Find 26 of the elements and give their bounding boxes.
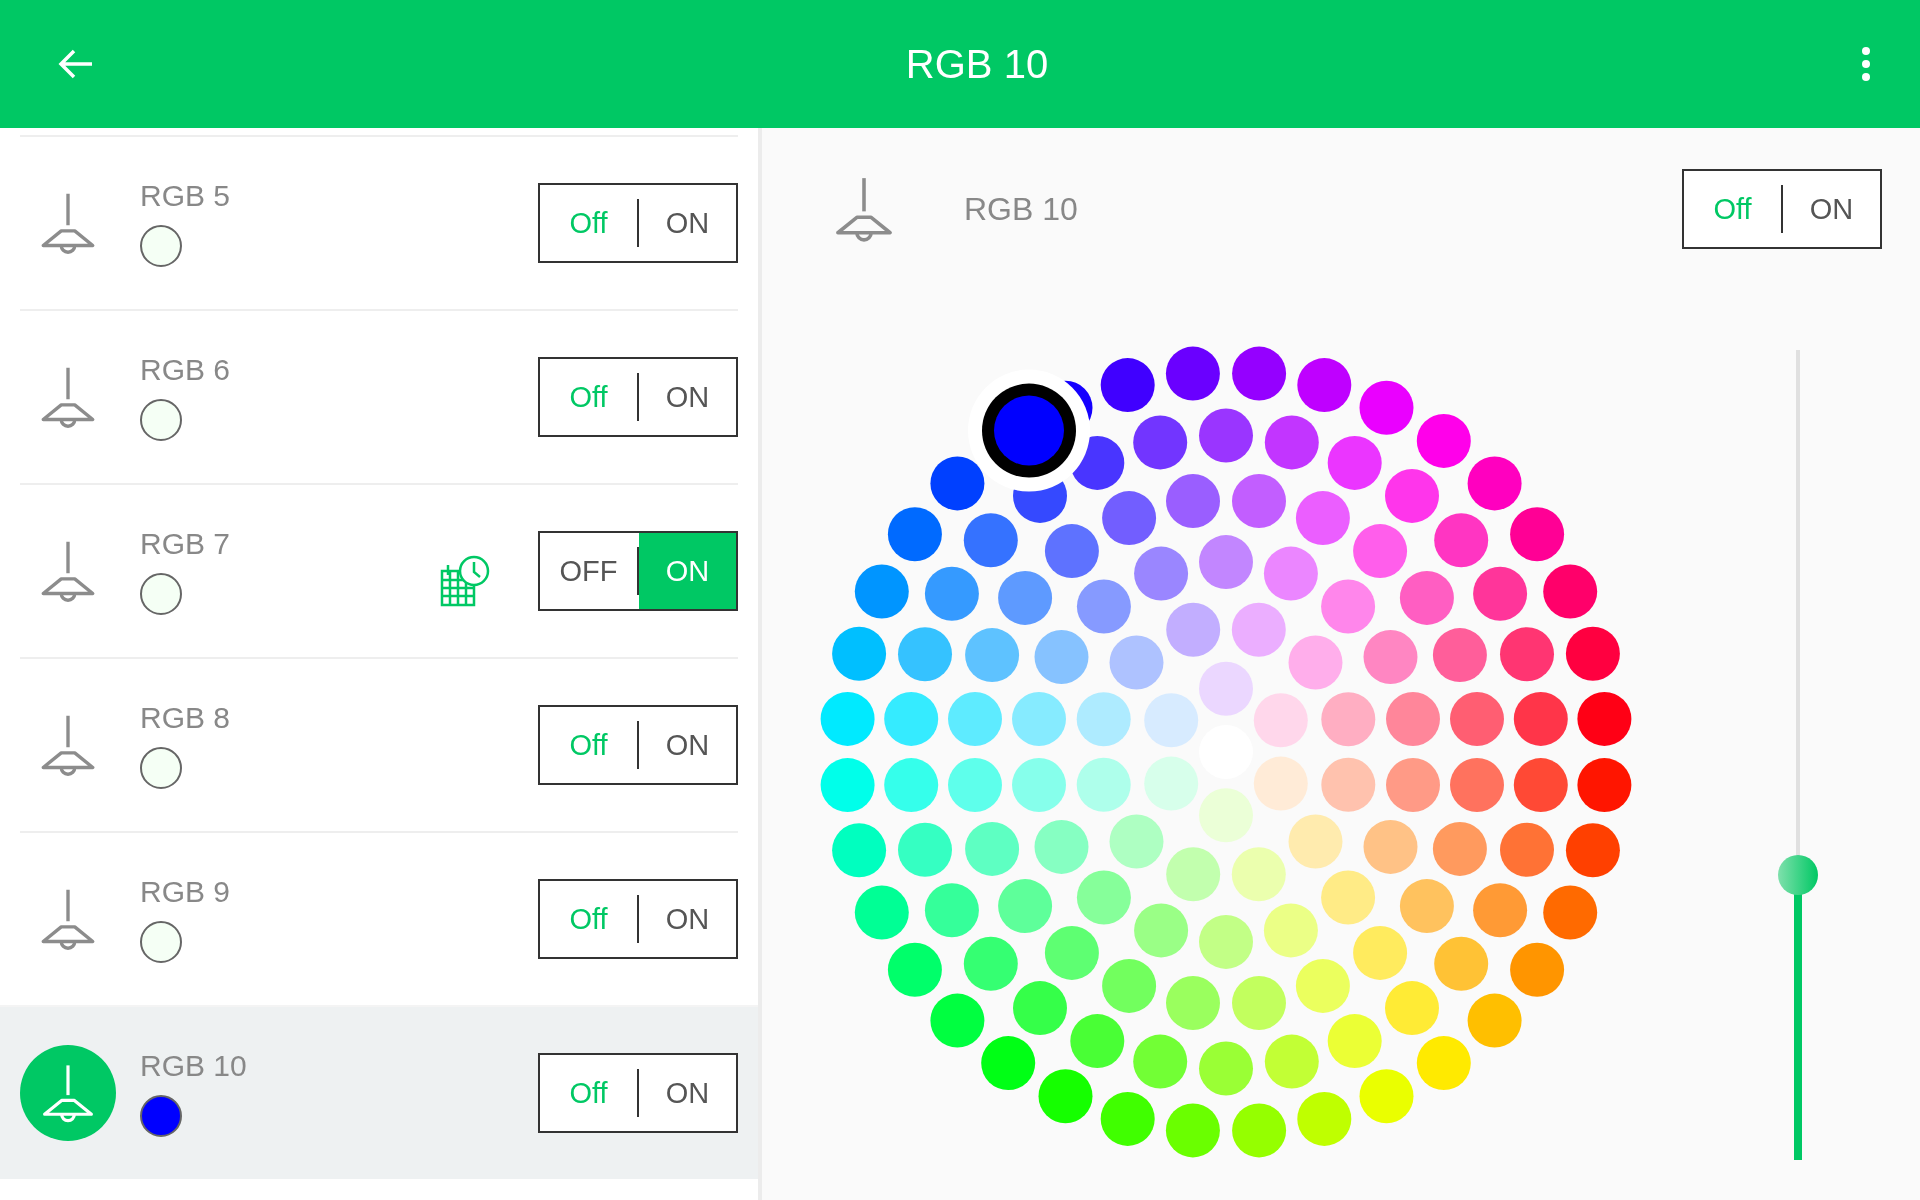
on-off-switch[interactable]: Off ON (1682, 169, 1882, 249)
color-picker-handle[interactable] (982, 383, 1076, 478)
more-vertical-icon (1860, 46, 1872, 82)
device-name: RGB 5 (140, 179, 232, 213)
on-off-switch[interactable]: Off ON (538, 1053, 738, 1133)
device-row[interactable]: RGB 6 Off ON (20, 309, 738, 483)
device-name: RGB 8 (140, 701, 232, 735)
on-off-switch[interactable]: Off ON (538, 879, 738, 959)
device-row[interactable]: RGB 5 Off ON (20, 135, 738, 309)
device-row[interactable]: RGB 8 Off ON (20, 657, 738, 831)
on-off-switch[interactable]: Off ON (538, 183, 738, 263)
device-row[interactable]: RGB 7 OFF ON (20, 483, 738, 657)
screen-title: RGB 10 (905, 41, 1049, 87)
device-name: RGB 7 (140, 527, 232, 561)
device-name: RGB 6 (140, 353, 232, 387)
slider-thumb[interactable] (1778, 854, 1818, 895)
on-off-switch[interactable]: OFF ON (538, 531, 738, 611)
device-name: RGB 9 (140, 875, 232, 909)
device-name: RGB 10 (140, 1049, 248, 1083)
device-row[interactable]: RGB 9 Off ON (20, 831, 738, 1005)
on-off-switch[interactable]: Off ON (538, 357, 738, 437)
back-arrow-icon (58, 48, 94, 80)
color-wheel-drawing[interactable] (820, 346, 1632, 1158)
device-row[interactable]: RGB 10 Off ON (0, 1005, 758, 1179)
device-name: RGB 10 (964, 190, 1079, 228)
on-off-switch[interactable]: Off ON (538, 705, 738, 785)
